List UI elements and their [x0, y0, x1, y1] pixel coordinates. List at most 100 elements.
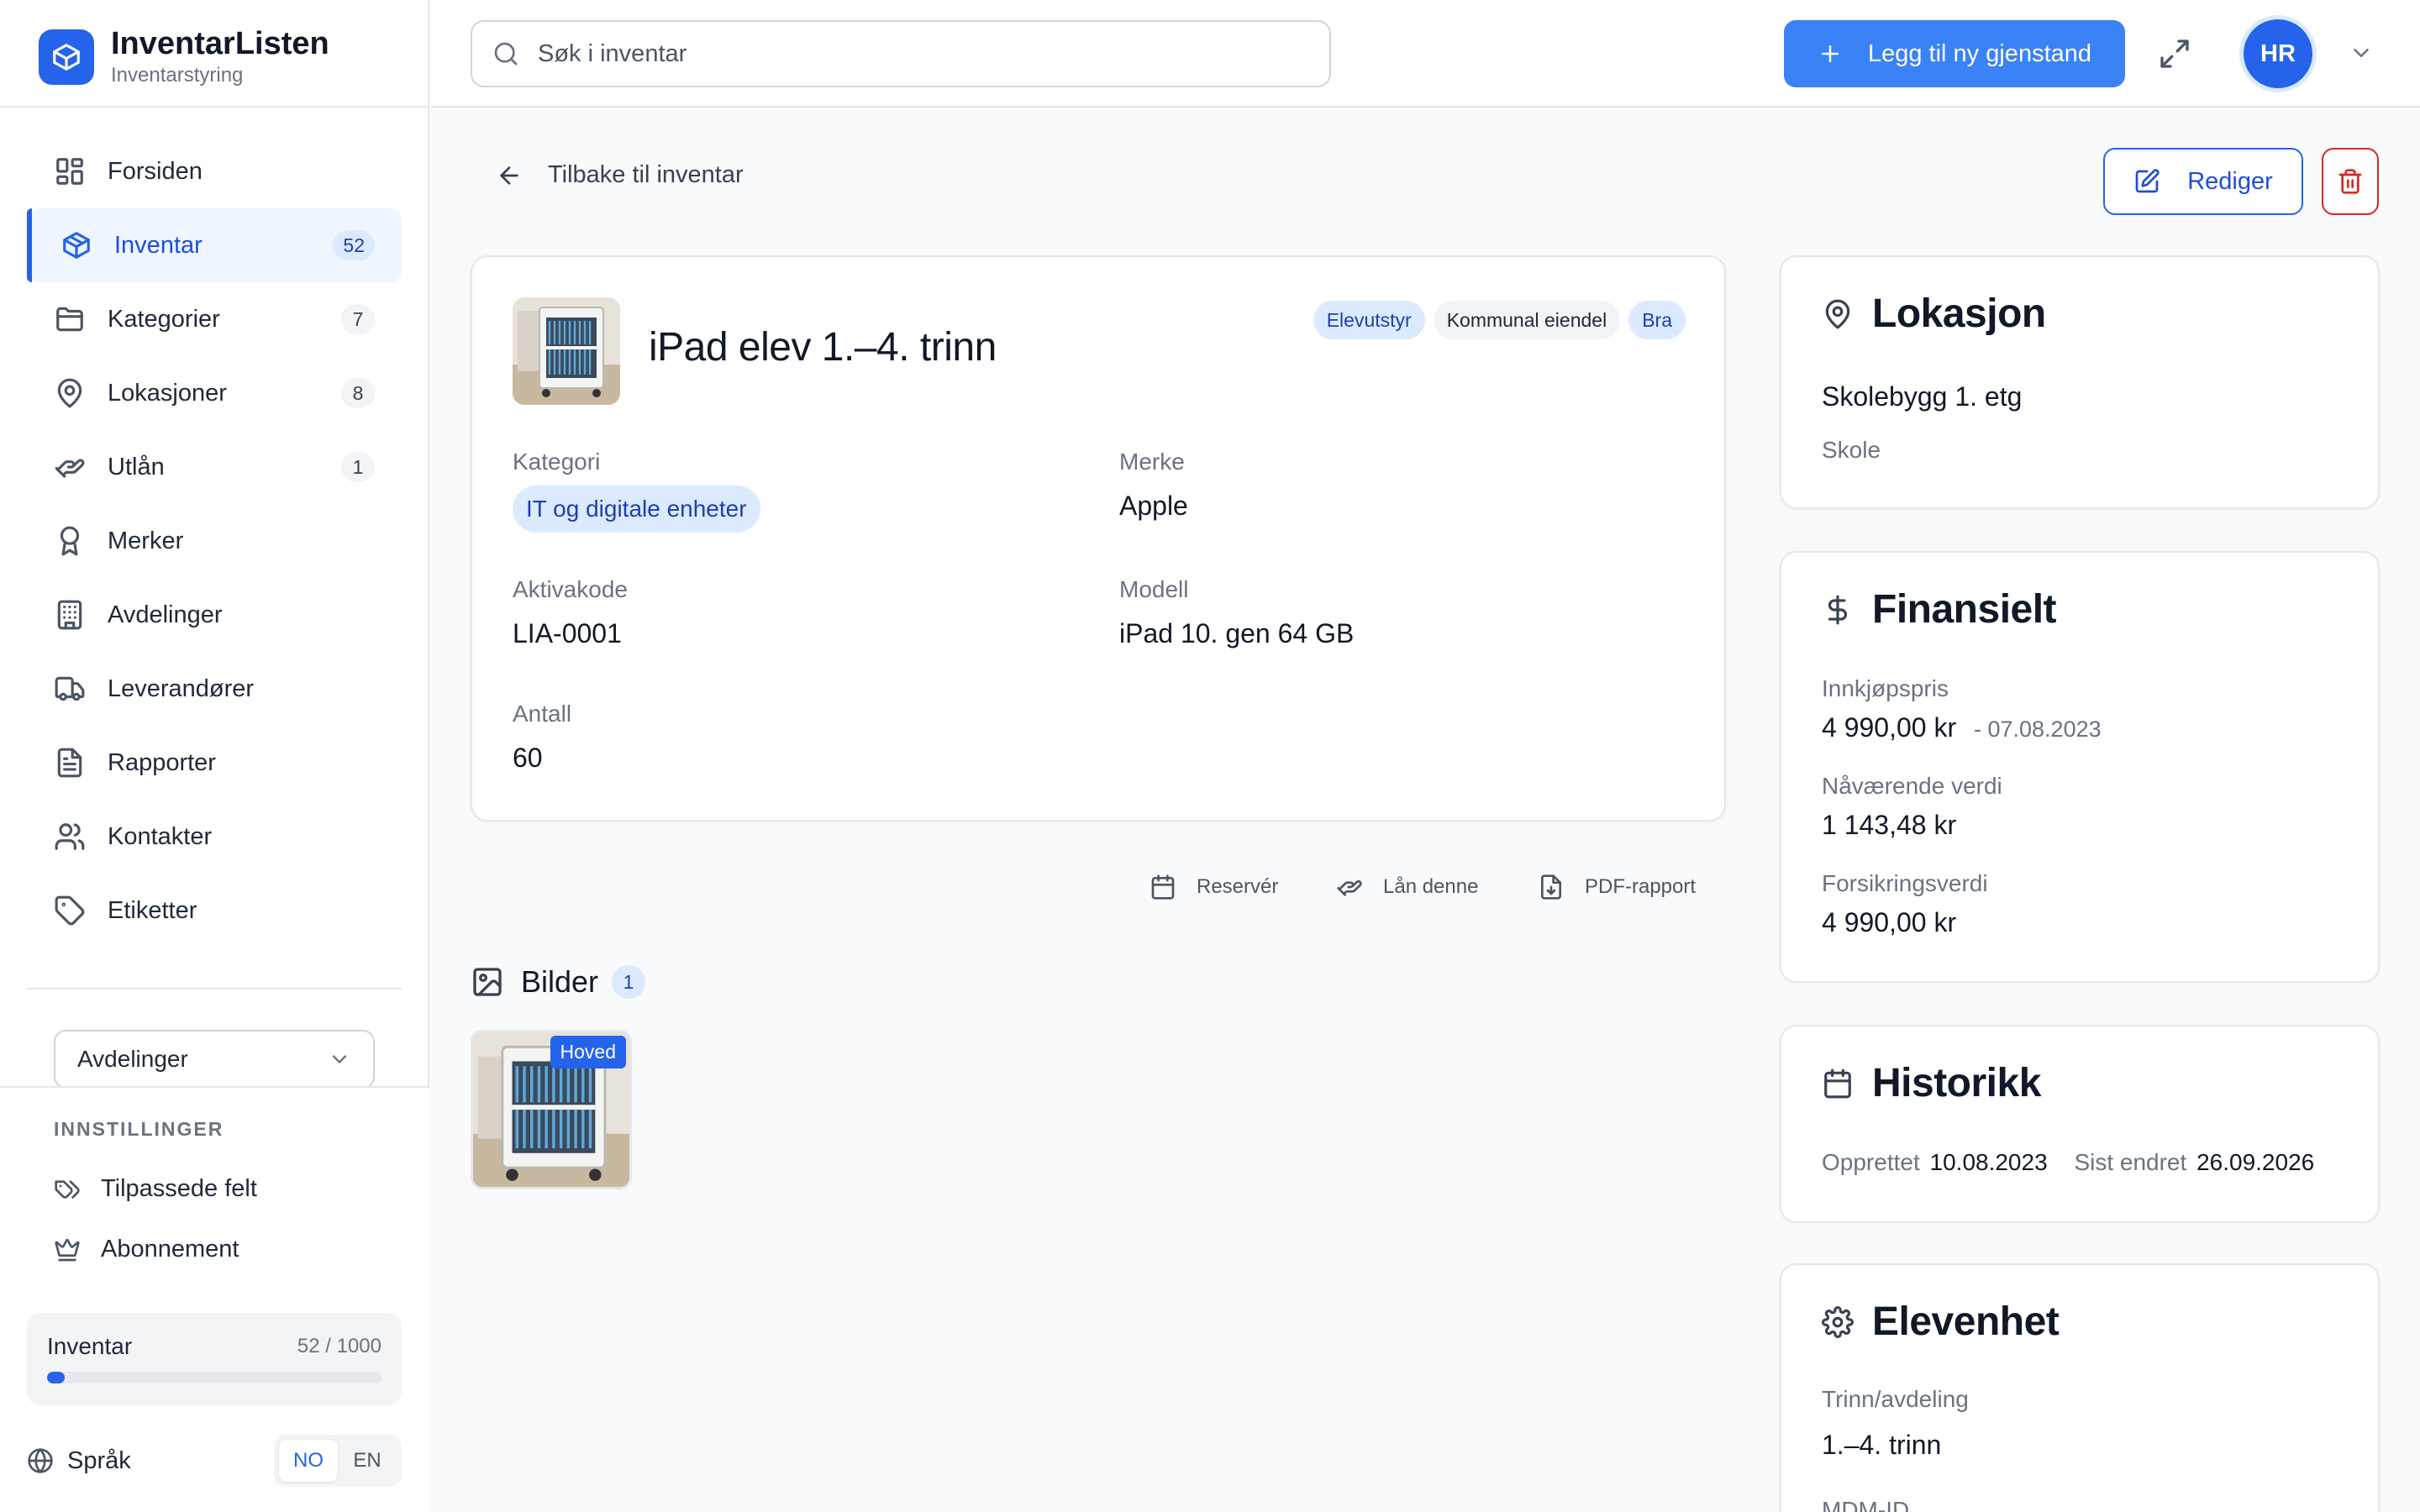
loan-action[interactable]: Lån denne	[1336, 874, 1478, 900]
location-card: Lokasjon Skolebygg 1. etg Skole	[1780, 255, 2380, 509]
crown-icon	[54, 1236, 81, 1263]
sidebar-item-inventar[interactable]: Inventar 52	[27, 208, 402, 282]
pdf-report-action[interactable]: PDF-rapport	[1538, 874, 1696, 900]
brand[interactable]: InventarListen Inventarstyring	[39, 24, 329, 91]
sidebar-item-avdelinger[interactable]: Avdelinger	[27, 578, 402, 652]
sidebar-item-label: Leverandører	[108, 675, 255, 702]
sidebar-item-forsiden[interactable]: Forsiden	[27, 134, 402, 208]
history-title-label: Historikk	[1872, 1061, 2041, 1105]
tag-badge: Kommunal eiendel	[1433, 301, 1621, 339]
sidebar-item-label: Kategorier	[108, 305, 220, 333]
building-icon	[54, 599, 86, 631]
insurance-value-label: Forsikringsverdi	[1822, 870, 1988, 896]
field-label: Aktivakode	[513, 576, 628, 602]
sidebar-item-label: Inventar	[114, 231, 203, 259]
settings-item-label: Tilpassede felt	[101, 1175, 257, 1202]
tag-badge: Elevutstyr	[1313, 301, 1425, 339]
item-thumbnail[interactable]	[513, 297, 620, 405]
grade-value: 1.–4. trinn	[1822, 1430, 1942, 1460]
history-card: Historikk Opprettet 10.08.2023 Sist endr…	[1780, 1025, 2380, 1223]
field-model: Modell iPad 10. gen 64 GB	[1119, 575, 1354, 650]
field-label: Merke	[1119, 449, 1185, 475]
brand-title: InventarListen	[111, 26, 329, 61]
sidebar-item-utlan[interactable]: Utlån 1	[27, 430, 402, 504]
avatar[interactable]: HR	[2244, 19, 2312, 88]
field-label: Antall	[513, 701, 572, 727]
item-title: iPad elev 1.–4. trinn	[649, 325, 997, 370]
search-input[interactable]	[538, 39, 1294, 68]
financial-card: Finansielt Innkjøpspris 4 990,00 kr - 07…	[1780, 551, 2380, 983]
field-category: Kategori IT og digitale enheter	[513, 447, 760, 533]
sidebar-item-label: Rapporter	[108, 748, 216, 776]
student-unit-title: Elevenhet	[1822, 1299, 2060, 1345]
dollar-icon	[1822, 594, 1854, 626]
financial-title-label: Finansielt	[1872, 587, 2057, 632]
sidebar-item-label: Merker	[108, 527, 184, 554]
usage-label: Inventar	[47, 1333, 133, 1359]
field-value: iPad 10. gen 64 GB	[1119, 618, 1355, 648]
sidebar-item-rapporter[interactable]: Rapporter	[27, 726, 402, 800]
count-badge: 8	[341, 378, 375, 408]
usage-card: Inventar 52 / 1000	[27, 1313, 402, 1405]
hand-icon	[54, 451, 86, 483]
divider	[0, 106, 429, 108]
edit-button[interactable]: Rediger	[2103, 148, 2303, 215]
sidebar-item-merker[interactable]: Merker	[27, 504, 402, 578]
student-unit-card: Elevenhet Trinn/avdeling 1.–4. trinn MDM…	[1780, 1263, 2380, 1512]
sidebar-item-etiketter[interactable]: Etiketter	[27, 874, 402, 948]
sidebar-item-leverandorer[interactable]: Leverandører	[27, 652, 402, 726]
expand-icon[interactable]	[2158, 37, 2191, 71]
modified-value: 26.09.2026	[2196, 1149, 2315, 1175]
category-pill[interactable]: IT og digitale enheter	[513, 486, 760, 533]
divider	[27, 988, 402, 990]
images-heading-label: Bilder	[521, 964, 599, 999]
settings-item-label: Abonnement	[101, 1236, 239, 1263]
trash-icon	[2337, 168, 2364, 195]
item-details-card: iPad elev 1.–4. trinn Elevutstyr Kommuna…	[471, 255, 1726, 822]
department-select[interactable]: Avdelinger	[54, 1030, 375, 1089]
count-badge: 1	[341, 452, 375, 482]
sidebar: InventarListen Inventarstyring Forsiden …	[0, 0, 429, 1512]
field-value: 60	[513, 743, 543, 773]
search-box[interactable]	[471, 20, 1331, 87]
gear-icon	[1822, 1305, 1854, 1338]
delete-button[interactable]	[2322, 148, 2379, 215]
main-image-badge: Hoved	[550, 1036, 626, 1068]
back-link-label: Tilbake til inventar	[548, 161, 744, 188]
location-title-label: Lokasjon	[1872, 291, 2046, 336]
settings-item-subscription[interactable]: Abonnement	[54, 1236, 239, 1263]
edit-icon	[2133, 168, 2160, 195]
sidebar-item-kontakter[interactable]: Kontakter	[27, 800, 402, 874]
settings-item-custom-fields[interactable]: Tilpassede felt	[54, 1175, 257, 1203]
student-unit-title-label: Elevenhet	[1872, 1299, 2060, 1344]
reserve-action[interactable]: Reservér	[1150, 874, 1278, 900]
language-option-no[interactable]: NO	[279, 1440, 338, 1482]
field-value: Apple	[1119, 491, 1188, 521]
purchase-price-label: Innkjøpspris	[1822, 675, 1949, 701]
edit-button-label: Rediger	[2187, 167, 2273, 195]
tags-icon	[54, 1176, 81, 1203]
images-heading: Bilder 1	[471, 964, 646, 1000]
sidebar-bottom: INNSTILLINGER Tilpassede felt Abonnement…	[0, 1086, 429, 1512]
sidebar-item-label: Etiketter	[108, 896, 197, 924]
add-item-button[interactable]: Legg til ny gjenstand	[1784, 20, 2125, 87]
language-option-en[interactable]: EN	[338, 1440, 397, 1482]
current-value-label: Nåværende verdi	[1822, 773, 2002, 799]
sidebar-item-kategorier[interactable]: Kategorier 7	[27, 282, 402, 356]
purchase-price-value: 4 990,00 kr	[1822, 712, 1957, 743]
sidebar-item-label: Avdelinger	[108, 601, 223, 628]
language-toggle: NO EN	[274, 1435, 402, 1487]
field-brand: Merke Apple	[1119, 447, 1188, 522]
truck-icon	[54, 673, 86, 705]
item-tags: Elevutstyr Kommunal eiendel Bra	[1313, 301, 1686, 339]
history-row: Opprettet 10.08.2023 Sist endret 26.09.2…	[1822, 1149, 2314, 1176]
box-icon	[50, 41, 82, 73]
loan-action-label: Lån denne	[1383, 875, 1479, 898]
add-item-button-label: Legg til ny gjenstand	[1867, 39, 2092, 67]
gallery-image[interactable]: Hoved	[471, 1030, 632, 1189]
chevron-down-icon[interactable]	[2349, 40, 2374, 66]
back-link[interactable]: Tilbake til inventar	[496, 161, 744, 189]
sidebar-item-lokasjoner[interactable]: Lokasjoner 8	[27, 356, 402, 430]
modified-label: Sist endret	[2074, 1149, 2187, 1175]
brand-subtitle: Inventarstyring	[111, 64, 244, 87]
